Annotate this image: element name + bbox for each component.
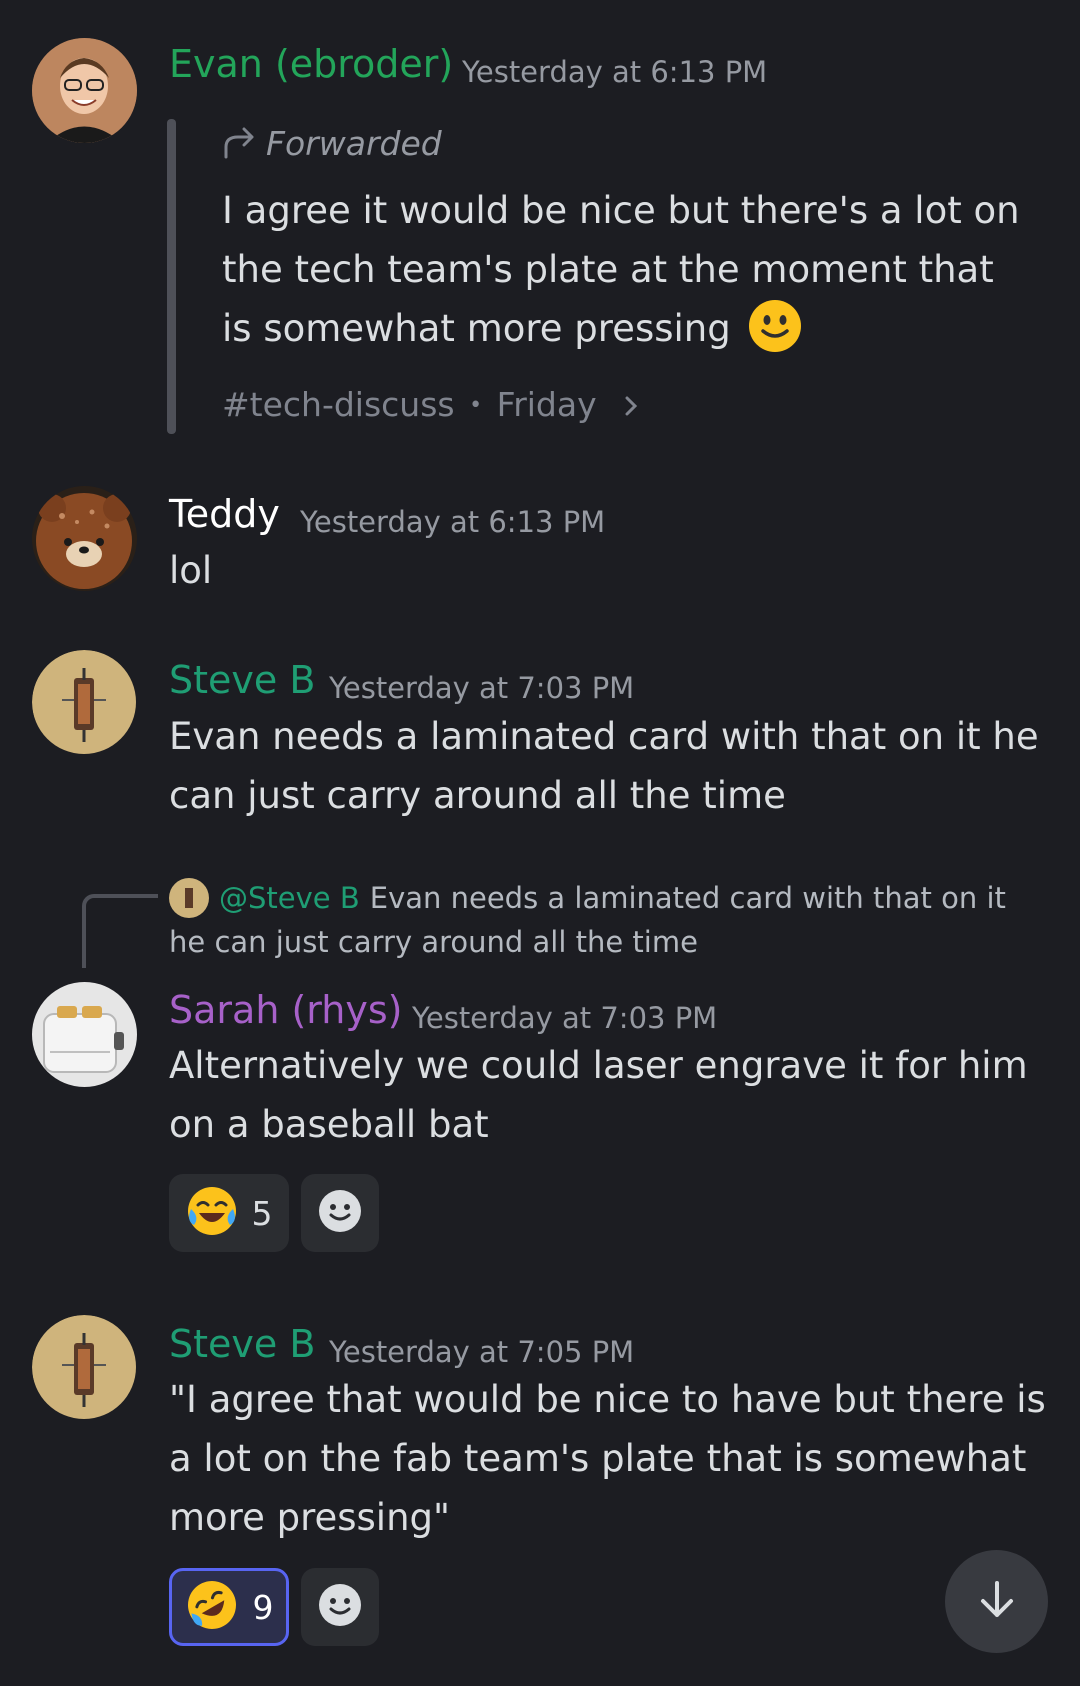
timestamp: Yesterday at 7:03 PM xyxy=(329,671,635,705)
add-reaction-button[interactable] xyxy=(301,1174,379,1252)
reply-connector xyxy=(82,894,158,968)
message-evan: Evan (ebroder) Yesterday at 6:13 PM Forw… xyxy=(0,0,1080,440)
avatar-sarah[interactable] xyxy=(32,982,137,1087)
chevron-right-icon[interactable] xyxy=(623,387,639,426)
timestamp: Yesterday at 7:05 PM xyxy=(329,1335,635,1369)
forward-arrow-icon xyxy=(222,125,258,167)
reply-mention[interactable]: @Steve B xyxy=(219,881,360,915)
add-reaction-icon xyxy=(318,1583,362,1631)
message-steve-1: Steve B Yesterday at 7:03 PM Evan needs … xyxy=(0,620,1080,840)
reaction-joy[interactable]: 5 xyxy=(169,1174,289,1252)
reaction-count: 9 xyxy=(252,1587,274,1627)
author-name[interactable]: Steve B xyxy=(169,1322,315,1366)
author-name[interactable]: Steve B xyxy=(169,658,315,702)
author-name[interactable]: Teddy xyxy=(169,492,280,536)
author-name[interactable]: Sarah (rhys) xyxy=(169,988,402,1032)
message-teddy: Teddy Yesterday at 6:13 PM lol xyxy=(0,440,1080,620)
separator: • xyxy=(469,393,483,418)
forwarded-label: Forwarded xyxy=(222,124,442,167)
avatar-evan[interactable] xyxy=(32,38,137,143)
avatar-steve[interactable] xyxy=(32,1315,137,1420)
joy-emoji-icon xyxy=(186,1185,238,1241)
message-text: "I agree that would be nice to have but … xyxy=(169,1378,1046,1539)
message-text: I agree it would be nice but there's a l… xyxy=(222,189,1020,350)
timestamp: Yesterday at 6:13 PM xyxy=(462,55,768,89)
scroll-to-bottom-button[interactable] xyxy=(945,1550,1048,1653)
timestamp: Yesterday at 7:03 PM xyxy=(412,1001,718,1035)
slightly-smiling-emoji-icon xyxy=(748,299,802,370)
reply-avatar xyxy=(169,878,209,918)
add-reaction-icon xyxy=(318,1189,362,1237)
forward-bar xyxy=(167,119,176,434)
source-channel[interactable]: #tech-discuss xyxy=(222,385,455,424)
avatar-steve[interactable] xyxy=(32,650,137,755)
add-reaction-button[interactable] xyxy=(301,1568,379,1646)
avatar-teddy[interactable] xyxy=(32,486,137,591)
timestamp: Yesterday at 6:13 PM xyxy=(300,505,606,539)
author-name[interactable]: Evan (ebroder) xyxy=(169,42,453,86)
message-text: lol xyxy=(169,549,213,592)
reply-preview[interactable]: @Steve B Evan needs a laminated card with… xyxy=(169,876,1049,964)
reaction-count: 5 xyxy=(251,1193,273,1233)
reaction-rofl[interactable]: 9 xyxy=(169,1568,289,1646)
rofl-emoji-icon xyxy=(185,1578,239,1636)
source-day: Friday xyxy=(496,385,597,424)
forwarded-message-text: I agree it would be nice but there's a l… xyxy=(222,181,1022,370)
arrow-down-icon xyxy=(974,1577,1020,1627)
message-sarah: Sarah (rhys) Yesterday at 7:03 PM Altern… xyxy=(0,960,1080,1260)
forward-source[interactable]: #tech-discuss • Friday xyxy=(222,385,639,426)
message-steve-2: Steve B Yesterday at 7:05 PM "I agree th… xyxy=(0,1290,1080,1686)
forwarded-text: Forwarded xyxy=(266,124,442,163)
message-text: Evan needs a laminated card with that on… xyxy=(169,715,1039,817)
message-text: Alternatively we could laser engrave it … xyxy=(169,1044,1028,1146)
